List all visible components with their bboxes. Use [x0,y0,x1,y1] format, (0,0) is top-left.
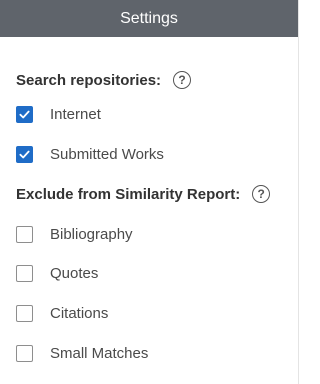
settings-panel: Settings Search repositories: ? Internet… [0,0,299,384]
internet-label: Internet [50,106,101,123]
submitted-works-label: Submitted Works [50,146,164,163]
quotes-checkbox[interactable] [16,265,33,282]
settings-header: Settings [0,0,298,37]
checkmark-icon [19,150,30,159]
submitted-works-checkbox[interactable] [16,146,33,163]
option-quotes[interactable]: Quotes [16,265,98,282]
option-small-matches[interactable]: Small Matches [16,345,148,362]
checkmark-icon [19,110,30,119]
help-icon[interactable]: ? [173,71,192,89]
search-repositories-label: Search repositories: [16,71,162,89]
quotes-label: Quotes [50,265,99,282]
option-internet[interactable]: Internet [16,106,101,123]
settings-title: Settings [120,9,178,27]
help-icon[interactable]: ? [252,185,271,203]
citations-checkbox[interactable] [16,305,33,322]
option-bibliography[interactable]: Bibliography [16,226,133,243]
internet-checkbox[interactable] [16,106,33,123]
option-citations[interactable]: Citations [16,305,108,322]
exclude-heading: Exclude from Similarity Report: ? [16,185,271,203]
bibliography-checkbox[interactable] [16,226,33,243]
small-matches-checkbox[interactable] [16,345,33,362]
exclude-label: Exclude from Similarity Report: [16,185,241,203]
citations-label: Citations [50,305,109,322]
search-repositories-heading: Search repositories: ? [16,71,192,89]
option-submitted-works[interactable]: Submitted Works [16,146,164,163]
small-matches-label: Small Matches [50,345,149,362]
bibliography-label: Bibliography [50,226,133,243]
